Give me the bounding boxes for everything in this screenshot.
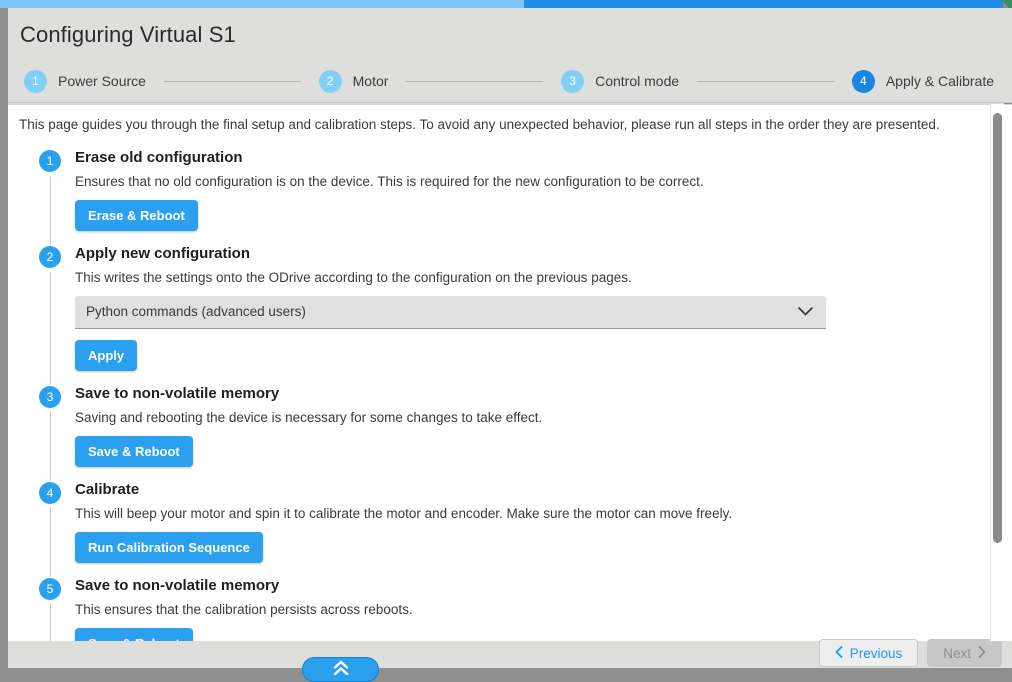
task-number-3: 3 bbox=[39, 386, 61, 408]
apply-button[interactable]: Apply bbox=[75, 340, 137, 371]
task-number-4: 4 bbox=[39, 482, 61, 504]
stepper-label-4: Apply & Calibrate bbox=[886, 73, 994, 89]
apply-method-select-row: Python commands (advanced users) bbox=[75, 296, 826, 329]
task-save-to-nvm-second: 5 Save to non-volatile memory This ensur… bbox=[8, 577, 996, 642]
save-and-reboot-button-2[interactable]: Save & Reboot bbox=[75, 628, 193, 642]
task-rail-4 bbox=[50, 508, 51, 577]
task-description-1: Ensures that no old configuration is on … bbox=[75, 173, 996, 190]
next-button[interactable]: Next bbox=[927, 639, 1002, 667]
stepper-item-motor[interactable]: 2 Motor bbox=[319, 70, 389, 93]
apply-method-select-value: Python commands (advanced users) bbox=[75, 304, 306, 319]
stepper-number-4: 4 bbox=[852, 70, 875, 93]
stepper-number-3: 3 bbox=[561, 70, 584, 93]
task-rail-1 bbox=[50, 176, 51, 245]
content-scrollbar[interactable] bbox=[990, 104, 1004, 641]
stepper-item-control-mode[interactable]: 3 Control mode bbox=[561, 70, 679, 93]
task-list: 1 Erase old configuration Ensures that n… bbox=[8, 149, 996, 642]
task-description-3: Saving and rebooting the device is neces… bbox=[75, 409, 996, 426]
previous-button[interactable]: Previous bbox=[819, 639, 919, 667]
content-scrollbar-thumb[interactable] bbox=[993, 113, 1002, 543]
task-erase-old-configuration: 1 Erase old configuration Ensures that n… bbox=[8, 149, 996, 245]
task-title-3: Save to non-volatile memory bbox=[75, 385, 996, 403]
stepper-label-2: Motor bbox=[353, 73, 389, 89]
task-save-to-nvm-first: 3 Save to non-volatile memory Saving and… bbox=[8, 385, 996, 481]
task-number-1: 1 bbox=[39, 150, 61, 172]
window-shell: Configuring Virtual S1 1 Power Source 2 … bbox=[8, 8, 1004, 668]
stepper-number-1: 1 bbox=[24, 70, 47, 93]
top-progress-bars bbox=[0, 0, 1012, 8]
task-title-5: Save to non-volatile memory bbox=[75, 577, 996, 595]
task-apply-new-configuration: 2 Apply new configuration This writes th… bbox=[8, 245, 996, 385]
task-title-1: Erase old configuration bbox=[75, 149, 996, 167]
task-description-4: This will beep your motor and spin it to… bbox=[75, 505, 996, 522]
double-chevron-up-icon bbox=[331, 659, 351, 680]
stepper-connector-1 bbox=[164, 81, 301, 82]
task-calibrate: 4 Calibrate This will beep your motor an… bbox=[8, 481, 996, 577]
task-rail-3 bbox=[50, 412, 51, 481]
stepper-item-power-source[interactable]: 1 Power Source bbox=[24, 70, 146, 93]
erase-and-reboot-button[interactable]: Erase & Reboot bbox=[75, 200, 198, 231]
chevron-left-icon bbox=[835, 646, 843, 661]
stepper-connector-2 bbox=[406, 81, 543, 82]
content-panel: This page guides you through the final s… bbox=[8, 104, 1012, 641]
task-title-2: Apply new configuration bbox=[75, 245, 996, 263]
stepper-label-3: Control mode bbox=[595, 73, 679, 89]
app-root: Configuring Virtual S1 1 Power Source 2 … bbox=[0, 0, 1012, 679]
page-title: Configuring Virtual S1 bbox=[20, 22, 236, 48]
next-button-label: Next bbox=[943, 646, 971, 661]
task-rail-2 bbox=[50, 272, 51, 385]
bottom-strip bbox=[0, 668, 1012, 679]
page-header: Configuring Virtual S1 1 Power Source 2 … bbox=[8, 8, 1012, 103]
run-calibration-sequence-button[interactable]: Run Calibration Sequence bbox=[75, 532, 263, 563]
stepper-label-1: Power Source bbox=[58, 73, 146, 89]
wizard-footer: Previous Next bbox=[8, 641, 1012, 668]
save-and-reboot-button-1[interactable]: Save & Reboot bbox=[75, 436, 193, 467]
wizard-stepper: 1 Power Source 2 Motor 3 Control mode 4 … bbox=[24, 68, 994, 94]
chevron-down-icon bbox=[798, 303, 813, 321]
task-number-5: 5 bbox=[39, 578, 61, 600]
stepper-connector-3 bbox=[697, 81, 834, 82]
stepper-number-2: 2 bbox=[319, 70, 342, 93]
chevron-right-icon bbox=[978, 646, 986, 661]
expand-panel-button[interactable] bbox=[302, 657, 379, 682]
task-title-4: Calibrate bbox=[75, 481, 996, 499]
wizard-nav-buttons: Previous Next bbox=[819, 639, 1002, 667]
content-scroll-area: This page guides you through the final s… bbox=[8, 105, 996, 641]
apply-method-select[interactable]: Python commands (advanced users) bbox=[75, 296, 826, 329]
task-rail-5 bbox=[50, 604, 51, 642]
task-description-2: This writes the settings onto the ODrive… bbox=[75, 269, 996, 286]
task-number-2: 2 bbox=[39, 246, 61, 268]
stepper-item-apply-calibrate[interactable]: 4 Apply & Calibrate bbox=[852, 70, 994, 93]
previous-button-label: Previous bbox=[850, 646, 903, 661]
task-description-5: This ensures that the calibration persis… bbox=[75, 601, 996, 618]
intro-text: This page guides you through the final s… bbox=[19, 116, 978, 135]
top-bar-light-segment bbox=[0, 0, 524, 8]
top-bar-dark-segment bbox=[524, 0, 1003, 8]
corner-marker-icon bbox=[1001, 0, 1012, 8]
